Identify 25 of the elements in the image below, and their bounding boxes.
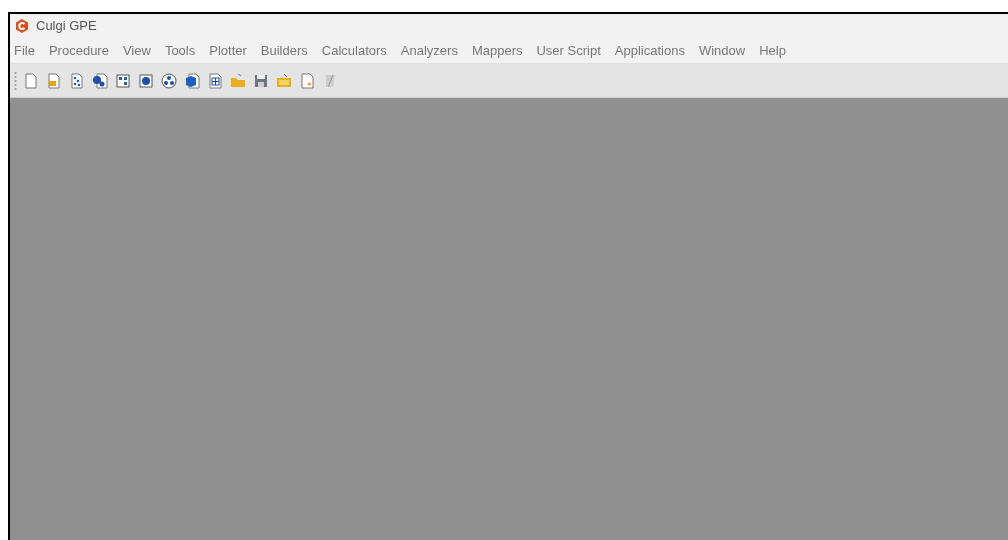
new-document-icon[interactable] <box>22 71 40 90</box>
toolbar-grip-icon[interactable] <box>14 70 17 91</box>
menu-item[interactable]: Help <box>759 40 786 61</box>
sphere-box-icon[interactable] <box>137 71 155 90</box>
window-title: Culgi GPE <box>36 17 97 36</box>
spheres-document-icon[interactable] <box>91 71 109 90</box>
menu-item[interactable]: User Script <box>536 40 601 61</box>
menu-item[interactable]: Mappers <box>471 40 523 61</box>
table-document-icon[interactable] <box>206 71 224 90</box>
menu-item[interactable]: Applications <box>614 40 685 61</box>
cube-document-icon[interactable] <box>183 71 201 90</box>
menu-item[interactable]: Analyzers <box>400 40 458 61</box>
open-document-icon[interactable] <box>45 71 63 90</box>
menu-item[interactable]: Window <box>698 40 746 61</box>
menu-item[interactable]: View <box>122 40 151 61</box>
menu-item[interactable]: Plotter <box>209 40 247 61</box>
menu-item[interactable]: Builders <box>260 40 308 61</box>
app-logo-icon <box>14 18 30 34</box>
menu-item[interactable]: Calculators <box>321 40 387 61</box>
dots-document-icon[interactable] <box>68 71 86 90</box>
molecule-icon[interactable] <box>160 71 178 90</box>
menu-item[interactable]: Procedure <box>48 40 109 61</box>
menu-item[interactable]: Tools <box>164 40 196 61</box>
menu-item[interactable]: File <box>14 40 35 61</box>
grid-document-icon[interactable] <box>114 71 132 90</box>
